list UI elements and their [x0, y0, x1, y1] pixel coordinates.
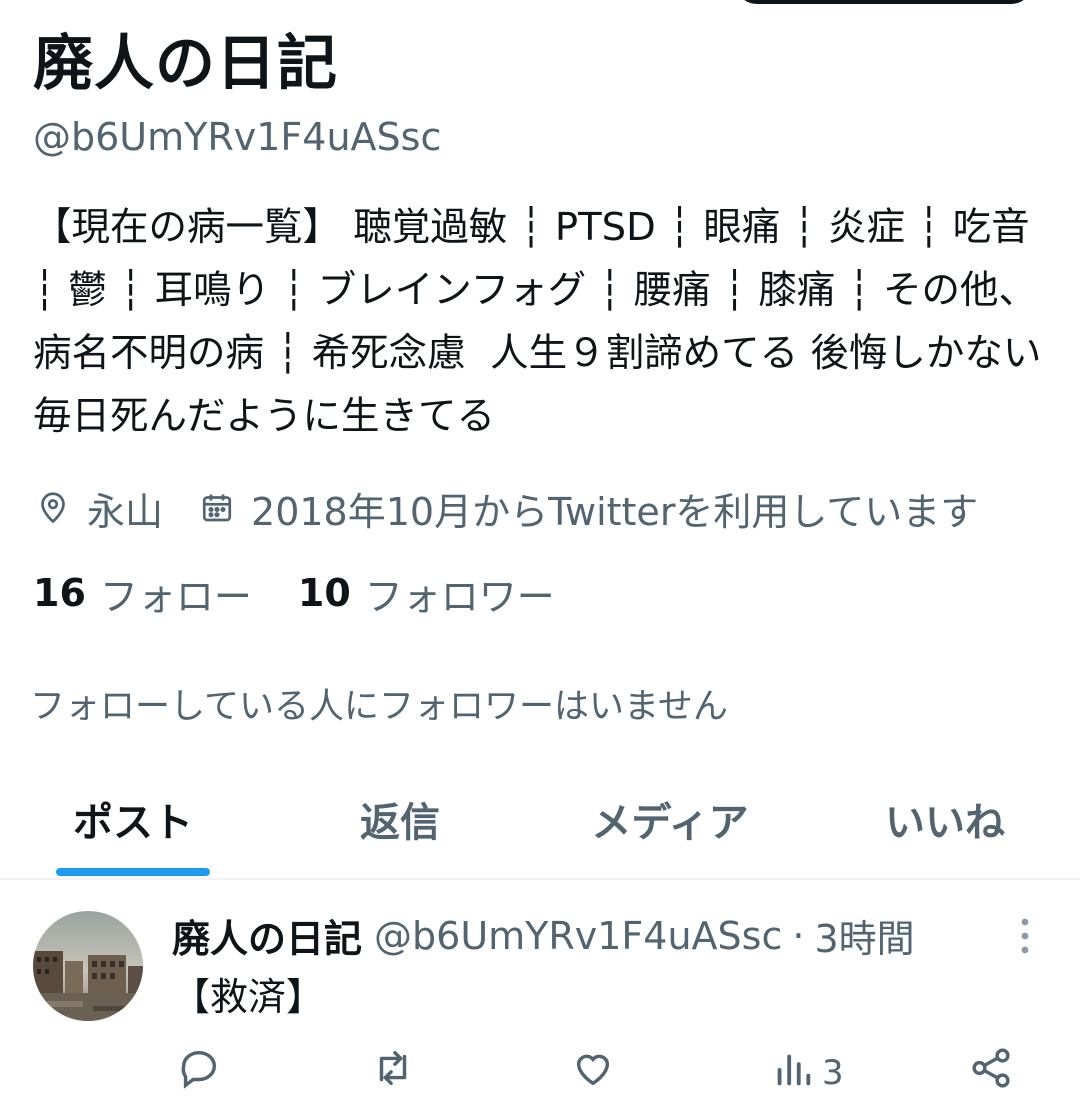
tab-likes[interactable]: いいね — [860, 760, 1030, 878]
follow-stats: 16 フォロー 10 フォロワー — [33, 566, 555, 621]
location-pin-icon — [33, 488, 73, 528]
profile-meta: 永山 2018年10月からTwitterを利用しています — [33, 478, 978, 538]
post-text: 【救済】 — [172, 975, 325, 1019]
calendar-icon — [197, 488, 237, 528]
profile-display-name: 廃人の日記 — [33, 29, 338, 99]
following-label: フォロー — [99, 574, 252, 619]
followers-count: 10 — [297, 571, 351, 615]
avatar[interactable] — [33, 911, 143, 1021]
views-button[interactable]: 3 — [770, 1045, 844, 1100]
heart-icon — [570, 1045, 616, 1100]
views-count: 3 — [822, 1052, 844, 1093]
post-author-name[interactable]: 廃人の日記 — [172, 908, 362, 963]
analytics-icon — [770, 1045, 816, 1100]
post-header: 廃人の日記 @b6UmYRv1F4uASsc · 3時間 — [172, 908, 915, 963]
profile-joined-date: 2018年10月からTwitterを利用しています — [251, 489, 979, 534]
post-time[interactable]: 3時間 — [814, 908, 914, 963]
profile-tabs: ポスト 返信 メディア いいね — [0, 760, 1080, 880]
followers-label: フォロワー — [364, 574, 555, 619]
tab-replies[interactable]: 返信 — [320, 760, 480, 878]
share-icon — [968, 1045, 1014, 1100]
post-author-handle[interactable]: @b6UmYRv1F4uASsc — [374, 914, 782, 958]
known-followers-note: フォローしている人にフォロワーはいません — [30, 687, 728, 727]
profile-location: 永山 — [87, 489, 164, 534]
like-button[interactable] — [570, 1045, 616, 1100]
post-separator: · — [792, 913, 805, 958]
following-link[interactable]: 16 フォロー — [33, 566, 252, 621]
more-options-icon[interactable] — [1010, 916, 1040, 956]
profile-bio: 【現在の病一覧】 聴覚過敏 ┆ PTSD ┆ 眼痛 ┆ 炎症 ┆ 吃音 ┆ 鬱 … — [33, 205, 1054, 439]
share-button[interactable] — [968, 1045, 1014, 1100]
repost-icon — [370, 1045, 416, 1100]
reply-icon — [176, 1045, 222, 1100]
profile-handle: @b6UmYRv1F4uASsc — [33, 115, 442, 159]
post-actions: 3 — [172, 1045, 1032, 1095]
active-tab-indicator — [56, 868, 210, 876]
followers-link[interactable]: 10 フォロワー — [298, 566, 555, 621]
post-item[interactable]: 廃人の日記 @b6UmYRv1F4uASsc · 3時間 【救済】 3 — [0, 880, 1080, 1093]
edit-profile-button[interactable] — [735, 0, 1033, 4]
reply-button[interactable] — [176, 1045, 222, 1100]
following-count: 16 — [33, 571, 86, 615]
tab-posts[interactable]: ポスト — [56, 760, 210, 878]
tab-media[interactable]: メディア — [570, 760, 770, 878]
repost-button[interactable] — [370, 1045, 416, 1100]
